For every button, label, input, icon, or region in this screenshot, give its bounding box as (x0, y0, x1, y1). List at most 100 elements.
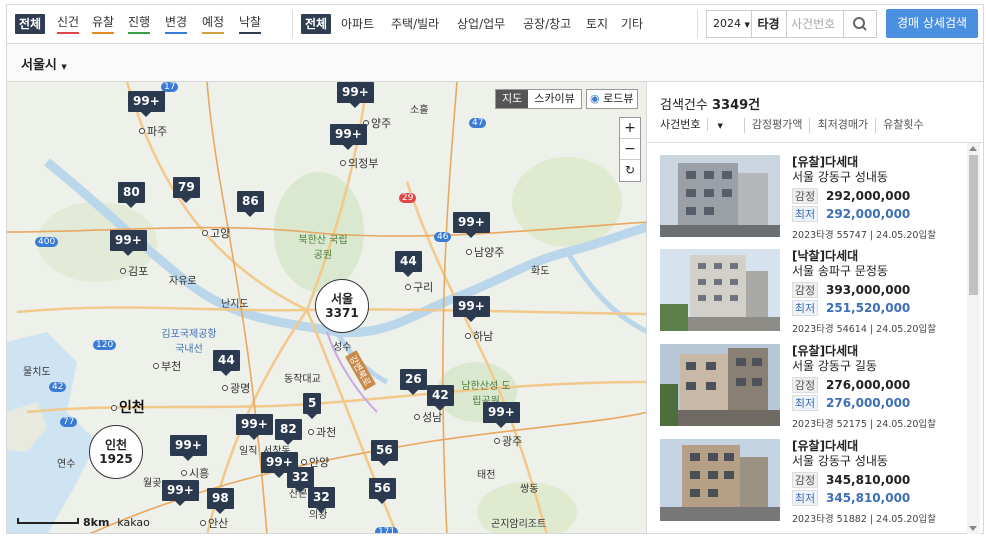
search-icon (853, 17, 867, 31)
appraisal-tag: 감정 (792, 472, 818, 488)
count-marker[interactable]: 99+ (236, 414, 273, 440)
type-filter-commercial[interactable]: 상업/업무 (457, 14, 505, 34)
count-marker[interactable]: 44 (213, 350, 240, 376)
type-filter-other[interactable]: 기타 (621, 14, 643, 34)
count-marker[interactable]: 26 (400, 369, 427, 395)
scroll-down-arrow[interactable] (969, 526, 977, 531)
park-label: 북한산 국립공원 (298, 235, 348, 261)
map-type-map[interactable]: 지도 (496, 90, 529, 108)
detail-search-button[interactable]: 경매 상세검색 (886, 9, 978, 38)
sort-appraisal[interactable]: 감정평가액 (752, 118, 811, 133)
status-filter-changed[interactable]: 변경 (165, 14, 188, 34)
place-label: 인천 (111, 397, 145, 417)
count-marker[interactable]: 32 (287, 467, 314, 493)
map-view[interactable]: 파주 양주 의정부 고양 남양주 김포 구리 하남 부천 광명 인천 과천 성남… (6, 81, 647, 534)
cluster-count: 3371 (325, 306, 359, 320)
place-label: 안산 (200, 515, 228, 531)
region-cluster[interactable]: 서울 3371 (315, 279, 369, 333)
sort-case-number-label: 사건번호 (660, 118, 709, 131)
listing-address: 서울 강동구 성내동 (792, 454, 888, 468)
status-filter-sold[interactable]: 낙찰 (239, 14, 262, 34)
count-marker[interactable]: 99+ (453, 296, 490, 322)
minimum-tag: 최저 (792, 490, 818, 506)
count-marker[interactable]: 86 (237, 191, 264, 217)
minimum-row: 최저 345,810,000 (792, 490, 910, 506)
map-type-skyview[interactable]: 스카이뷰 (528, 90, 580, 108)
appraisal-tag: 감정 (792, 188, 818, 204)
status-filter-failed[interactable]: 유찰 (92, 14, 115, 34)
type-filter-land[interactable]: 토지 (586, 14, 608, 34)
place-label: 시흥 (181, 465, 209, 481)
route-badge: 29 (399, 193, 417, 203)
scroll-thumb[interactable] (969, 155, 978, 295)
place-label: 성남 (414, 409, 442, 425)
refresh-icon[interactable]: ↻ (620, 160, 640, 181)
roadview-label: 로드뷰 (603, 92, 634, 105)
type-filter-house-villa[interactable]: 주택/빌라 (391, 14, 439, 34)
count-marker[interactable]: 99+ (110, 230, 147, 256)
count-marker[interactable]: 99+ (162, 480, 199, 506)
sort-options: 사건번호 ▼ 감정평가액 최저경매가 유찰횟수 (660, 118, 938, 133)
type-filter-all[interactable]: 전체 (301, 14, 332, 34)
search-button[interactable] (843, 10, 877, 38)
sort-min-price[interactable]: 최저경매가 (817, 118, 877, 133)
roadview-icon: ◉ (590, 92, 600, 105)
roadview-button[interactable]: ◉ 로드뷰 (586, 89, 639, 109)
count-marker[interactable]: 82 (275, 419, 302, 445)
caret-down-icon: ▼ (717, 122, 723, 130)
status-filter-new[interactable]: 신건 (57, 14, 80, 34)
place-label: 일직 (239, 446, 258, 457)
type-filter-apartment[interactable]: 아파트 (341, 14, 374, 34)
map-brand: kakao (117, 516, 150, 529)
listing-card[interactable]: [유찰]다세대 서울 강동구 성내동 감정 345,810,000 최저 345,8… (660, 439, 950, 527)
year-select[interactable]: 2024 ▼ (706, 10, 752, 38)
place-label: 남양주 (466, 244, 504, 260)
count-marker[interactable]: 98 (207, 488, 234, 514)
region-select[interactable]: 서울시 ▼ (21, 54, 67, 73)
case-number-input[interactable]: 사건번호 (786, 10, 844, 38)
appraisal-row: 감정 276,000,000 (792, 377, 910, 393)
count-marker[interactable]: 99+ (170, 435, 207, 461)
appraisal-tag: 감정 (792, 377, 818, 393)
count-marker[interactable]: 99+ (337, 82, 374, 108)
sort-case-number[interactable]: 사건번호 ▼ (660, 118, 745, 133)
zoom-out-button[interactable]: − (620, 139, 640, 160)
count-marker[interactable]: 80 (118, 182, 145, 208)
place-label: 부천 (153, 358, 181, 374)
zoom-in-button[interactable]: + (620, 118, 640, 139)
count-marker[interactable]: 42 (427, 385, 454, 411)
zoom-control: + − ↻ (619, 117, 641, 182)
sort-fail-count[interactable]: 유찰횟수 (883, 118, 930, 133)
count-marker[interactable]: 99+ (330, 124, 367, 150)
bid-date: 24.05.20입찰 (876, 324, 936, 335)
count-marker[interactable]: 99+ (453, 212, 490, 238)
count-marker[interactable]: 99+ (128, 91, 165, 117)
minimum-tag: 최저 (792, 395, 818, 411)
count-marker[interactable]: 56 (369, 478, 396, 504)
listing-card[interactable]: [유찰]다세대 서울 강동구 길동 감정 276,000,000 최저 276,00… (660, 344, 950, 432)
results-scrollbar[interactable] (967, 143, 980, 534)
appraisal-value: 292,000,000 (826, 189, 911, 203)
minimum-row: 최저 292,000,000 (792, 206, 910, 222)
count-marker[interactable]: 79 (173, 177, 200, 203)
status-filter-all[interactable]: 전체 (15, 14, 46, 34)
status-filter-progress[interactable]: 진행 (128, 14, 151, 34)
listing-address: 서울 송파구 문정동 (792, 264, 888, 278)
listing-card[interactable]: [낙찰]다세대 서울 송파구 문정동 감정 393,000,000 최저 251,5… (660, 249, 950, 337)
scroll-up-arrow[interactable] (969, 146, 977, 151)
place-label: 쌍동 (520, 484, 539, 495)
count-marker[interactable]: 56 (371, 440, 398, 466)
status-filter-scheduled[interactable]: 예정 (202, 14, 225, 34)
count-marker[interactable]: 44 (395, 251, 422, 277)
place-label: 고양 (202, 225, 230, 241)
listing-meta: 2023타경 52175 | 24.05.20입찰 (792, 419, 936, 430)
region-cluster[interactable]: 인천 1925 (89, 425, 143, 479)
listing-address: 서울 강동구 길동 (792, 359, 877, 373)
type-filter-factory[interactable]: 공장/창고 (523, 14, 571, 34)
count-marker[interactable]: 5 (303, 393, 322, 419)
listing-card[interactable]: [유찰]다세대 서울 강동구 성내동 감정 292,000,000 최저 292,0… (660, 155, 950, 243)
place-label: 태전 (477, 470, 496, 481)
count-marker[interactable]: 32 (308, 487, 335, 513)
count-marker[interactable]: 99+ (483, 402, 520, 428)
appraisal-row: 감정 393,000,000 (792, 282, 910, 298)
